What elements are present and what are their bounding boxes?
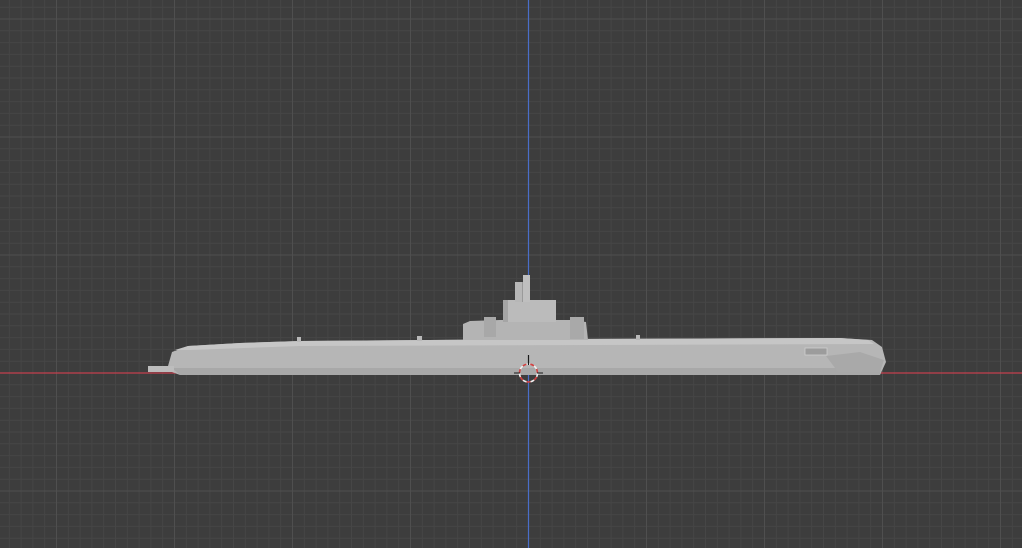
deck-bollard-fore bbox=[636, 335, 640, 340]
viewport-background bbox=[0, 0, 1022, 548]
periscope-mast-right bbox=[523, 275, 530, 302]
stern-plate bbox=[148, 366, 174, 372]
conning-tower-base bbox=[463, 320, 588, 340]
conning-tower-body-shade bbox=[503, 300, 508, 322]
conning-tower-body bbox=[503, 300, 556, 322]
hull-bottom-shade bbox=[172, 368, 880, 375]
3d-viewport[interactable] bbox=[0, 0, 1022, 548]
conning-tower-left-box bbox=[484, 317, 496, 337]
bow-hatch bbox=[804, 347, 828, 356]
deck-bollard-mid bbox=[417, 336, 422, 341]
deck-bollard-aft bbox=[297, 337, 301, 342]
conning-tower-right-box bbox=[570, 317, 584, 339]
viewport-canvas[interactable] bbox=[0, 0, 1022, 548]
periscope-mast-shade bbox=[522, 282, 523, 302]
periscope-mast-left bbox=[515, 282, 522, 302]
